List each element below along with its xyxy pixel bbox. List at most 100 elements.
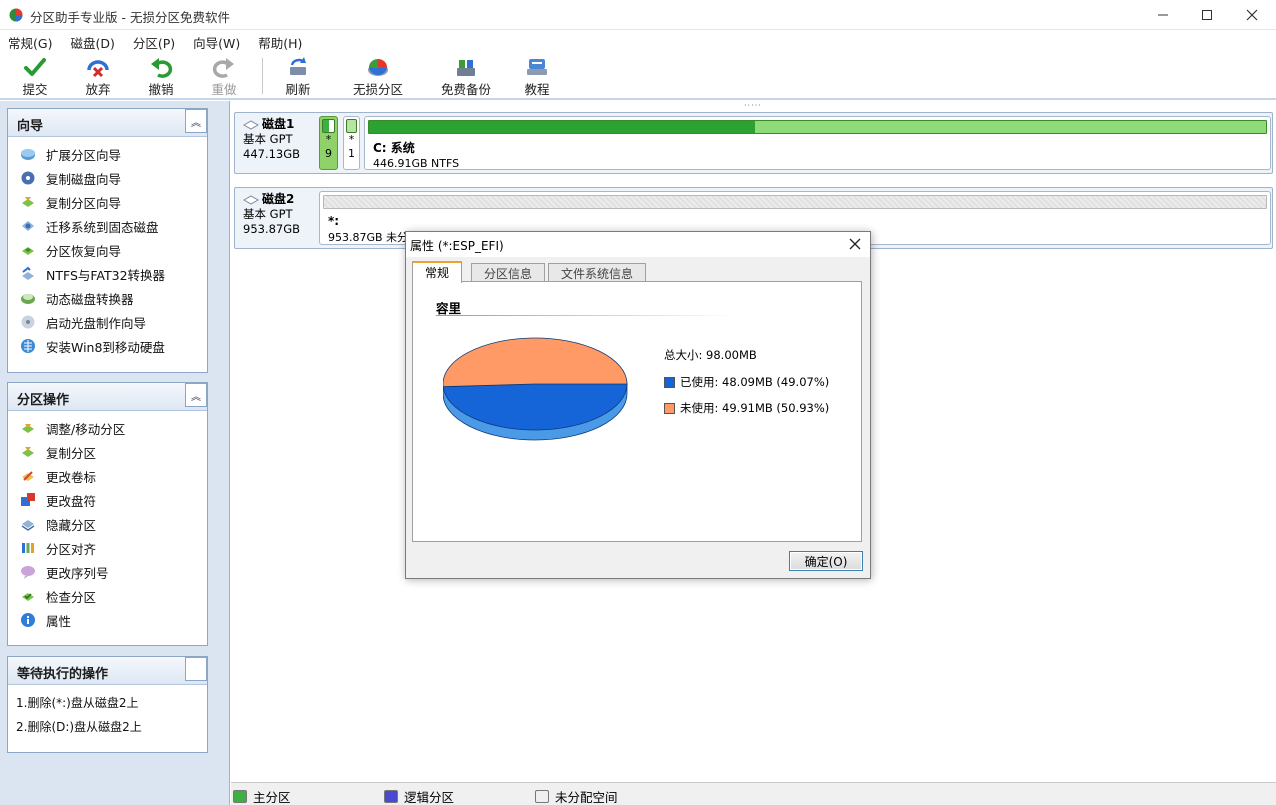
app-logo-icon [9, 8, 23, 22]
info-icon [21, 613, 35, 627]
dynamic-disk-icon [21, 294, 35, 304]
op-align-partition[interactable]: 分区对齐 [8, 536, 207, 560]
discard-button[interactable]: 放弃 [85, 54, 111, 98]
logical-swatch [384, 790, 398, 803]
unallocated-bar [323, 195, 1267, 209]
menu-bar: 常规(G) 磁盘(D) 分区(P) 向导(W) 帮助(H) [0, 30, 1276, 52]
pending-panel-title: 等待执行的操作 [17, 667, 109, 682]
splitter-handle[interactable]: ····· [744, 101, 762, 110]
legend-logical: 逻辑分区 [384, 787, 454, 805]
free-swatch [664, 402, 675, 414]
wizard-win8-usb[interactable]: 安装Win8到移动硬盘 [8, 334, 207, 358]
discard-icon [87, 60, 109, 78]
usage-bar [368, 120, 1267, 134]
wizard-ntfs-fat32[interactable]: NTFS与FAT32转换器 [8, 262, 207, 286]
pie-disk-icon [368, 59, 388, 76]
free-backup-button[interactable]: 免费备份 [441, 54, 491, 98]
partition-c-system[interactable]: C: 系统 446.91GB NTFS [364, 116, 1271, 170]
title-bar: 分区助手专业版 - 无损分区免费软件 [0, 0, 1276, 30]
op-resize-move[interactable]: 调整/移动分区 [8, 416, 207, 440]
maximize-button[interactable] [1184, 0, 1230, 30]
wizard-partition-recovery[interactable]: 分区恢复向导 [8, 238, 207, 262]
recovery-icon [22, 247, 34, 255]
tab-filesystem-info[interactable]: 文件系统信息 [548, 263, 647, 282]
op-copy-partition[interactable]: 复制分区 [8, 440, 207, 464]
op-change-serial[interactable]: 更改序列号 [8, 560, 207, 584]
convert-icon [22, 266, 34, 280]
op-change-label[interactable]: 更改卷标 [8, 464, 207, 488]
undo-button[interactable]: 撤销 [148, 54, 174, 98]
tutorial-button[interactable]: 教程 [524, 54, 550, 98]
wizard-extend-partition[interactable]: 扩展分区向导 [8, 142, 207, 166]
menu-wizard[interactable]: 向导(W) [185, 30, 250, 52]
partition-panel-title: 分区操作 [17, 393, 70, 408]
free-size: 未使用: 49.91MB (50.93%) [664, 400, 829, 416]
partition-small-2[interactable]: * 1 [343, 116, 360, 170]
commit-button[interactable]: 提交 [22, 54, 48, 98]
refresh-icon [290, 57, 306, 75]
close-button[interactable] [1229, 0, 1275, 30]
wizard-dynamic-disk[interactable]: 动态磁盘转换器 [8, 286, 207, 310]
tutorial-icon [527, 59, 547, 75]
double-chevron-up-icon: ︽ [191, 391, 201, 403]
check-partition-icon [22, 593, 34, 601]
used-swatch [664, 376, 675, 388]
wizard-copy-partition[interactable]: 复制分区向导 [8, 190, 207, 214]
status-bar: 主分区 逻辑分区 未分配空间 [231, 782, 1276, 805]
properties-dialog: 属性 (*:ESP_EFI) 常规 分区信息 文件系统信息 容里 总大小: 98… [405, 231, 871, 579]
wizard-copy-disk[interactable]: 复制磁盘向导 [8, 166, 207, 190]
op-change-drive-letter[interactable]: 更改盘符 [8, 488, 207, 512]
serial-icon [21, 566, 35, 579]
lossless-partition-button[interactable]: 无损分区 [353, 54, 403, 98]
pending-panel-header: 等待执行的操作 [8, 657, 207, 685]
capacity-pie-chart [443, 337, 628, 441]
menu-help[interactable]: 帮助(H) [250, 30, 312, 52]
backup-icon [457, 60, 475, 76]
tab-partition-info[interactable]: 分区信息 [471, 263, 546, 282]
ok-button[interactable]: 确定(O) [789, 551, 863, 571]
redo-button[interactable]: 重做 [211, 54, 237, 98]
copy-partition-icon [22, 197, 34, 207]
hide-partition-icon [21, 520, 35, 531]
window-title: 分区助手专业版 - 无损分区免费软件 [30, 10, 230, 25]
menu-partition[interactable]: 分区(P) [125, 30, 185, 52]
menu-general[interactable]: 常规(G) [0, 30, 62, 52]
disk-icon [243, 119, 259, 130]
wizard-migrate-os-ssd[interactable]: 迁移系统到固态磁盘 [8, 214, 207, 238]
wizard-collapse-button[interactable]: ︽ [185, 109, 207, 133]
maximize-icon [1202, 10, 1212, 20]
pending-item: 1.删除(*:)盘从磁盘2上 [16, 695, 139, 710]
label-icon [22, 471, 34, 481]
disk-row-1[interactable]: 磁盘1 基本 GPT 447.13GB * 9 * 1 C: 系统 446.91… [234, 112, 1273, 174]
disk-info: 磁盘2 基本 GPT 953.87GB [243, 192, 301, 236]
op-check-partition[interactable]: 检查分区 [8, 584, 207, 608]
wizard-bootable-cd[interactable]: 启动光盘制作向导 [8, 310, 207, 334]
menu-disk[interactable]: 磁盘(D) [62, 30, 124, 52]
primary-swatch [233, 790, 247, 803]
partition-collapse-button[interactable]: ︽ [185, 383, 207, 407]
op-properties[interactable]: 属性 [8, 608, 207, 632]
section-divider [436, 315, 736, 316]
drive-letter-icon [21, 493, 35, 506]
disk-icon [243, 194, 259, 205]
partition-small-1[interactable]: * 9 [319, 116, 338, 170]
partition-operations-panel: 分区操作 ︽ 调整/移动分区 复制分区 更改卷标 更改盘符 隐藏分区 分区对齐 … [7, 382, 208, 646]
refresh-button[interactable]: 刷新 [285, 54, 311, 98]
op-hide-partition[interactable]: 隐藏分区 [8, 512, 207, 536]
redo-icon [212, 58, 234, 78]
sidebar: 向导 ︽ 扩展分区向导 复制磁盘向导 复制分区向导 迁移系统到固态磁盘 分区恢复… [0, 101, 230, 805]
close-icon [849, 238, 861, 250]
unallocated-swatch [535, 790, 549, 803]
minimize-icon [1158, 14, 1168, 16]
legend-primary: 主分区 [233, 787, 291, 805]
minimize-button[interactable] [1140, 0, 1186, 30]
copy-disk-icon [21, 171, 35, 185]
dialog-close-button[interactable] [848, 234, 862, 259]
pending-collapse-button[interactable] [185, 657, 207, 681]
total-size: 总大小: 98.00MB [664, 348, 757, 362]
pie-slice-free [443, 337, 628, 388]
general-tab-content: 容里 总大小: 98.00MB 已使用: 48.09MB (49.07%) 未使… [412, 281, 862, 542]
extend-partition-icon [21, 149, 35, 160]
resize-icon [22, 424, 34, 433]
tab-general[interactable]: 常规 [412, 261, 463, 283]
